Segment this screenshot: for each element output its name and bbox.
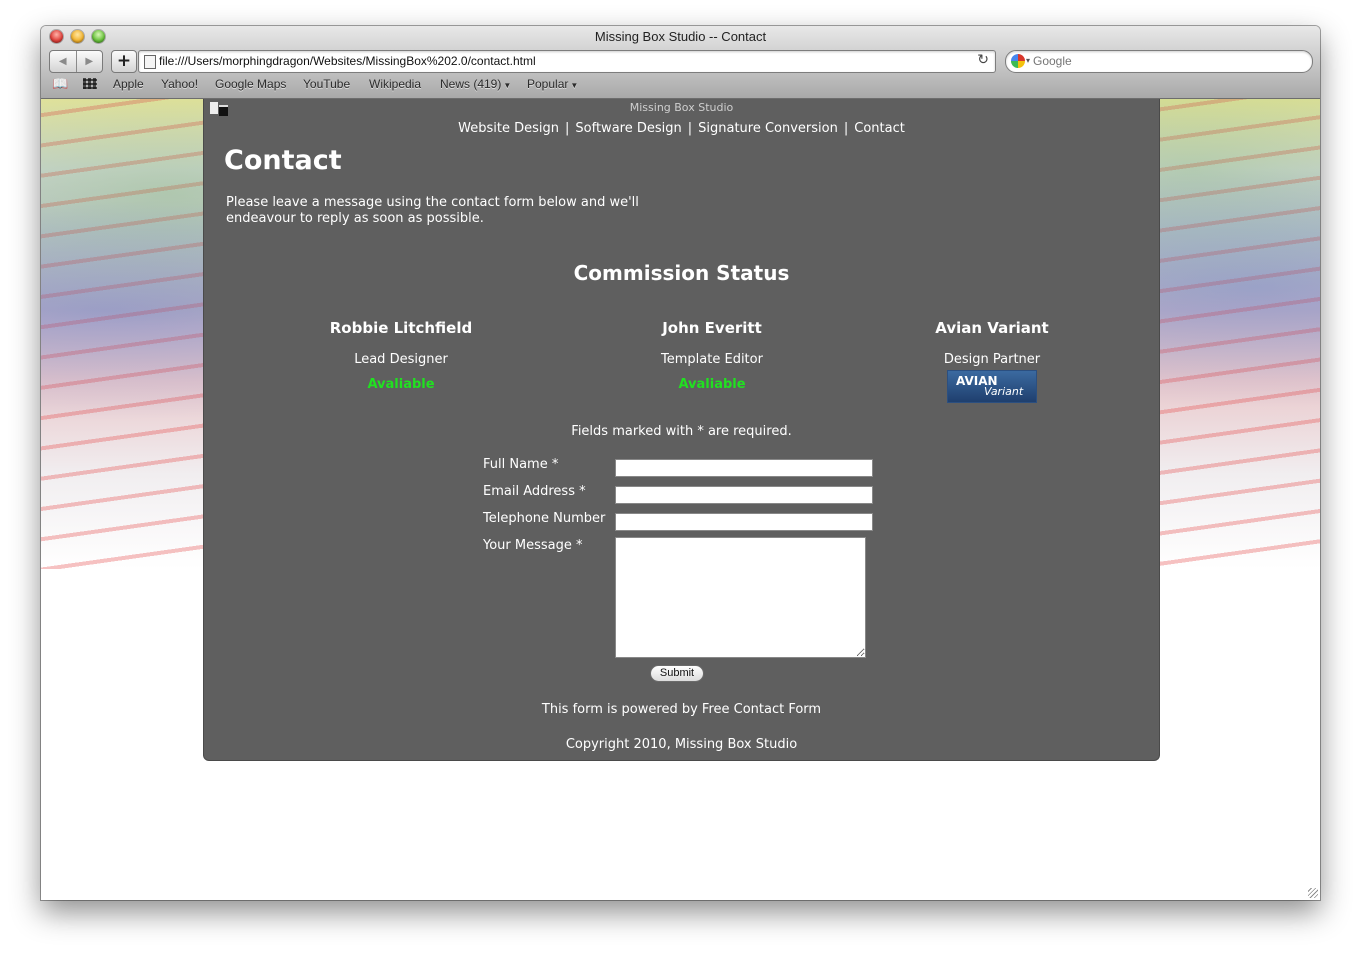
commission-status-title: Commission Status (573, 261, 790, 285)
history-nav: ◀ ▶ (49, 50, 103, 73)
nav-separator: | (843, 121, 849, 136)
chevron-down-icon: ▼ (570, 81, 579, 90)
site-title: Missing Box Studio (629, 101, 734, 114)
address-bar[interactable]: file:///Users/morphingdragon/Websites/Mi… (138, 50, 996, 73)
bookmark-popular-menu[interactable]: Popular ▼ (527, 77, 578, 91)
top-sites-grid-icon[interactable] (83, 78, 97, 89)
message-textarea[interactable] (615, 537, 866, 658)
telephone-label: Telephone Number (483, 511, 606, 526)
nav-software-design[interactable]: Software Design (575, 121, 681, 136)
nav-separator: | (565, 121, 570, 136)
reload-icon[interactable]: ↻ (977, 52, 989, 68)
member-name: Robbie Litchfield (329, 319, 473, 337)
page-icon (144, 55, 156, 69)
member-name: John Everitt (662, 319, 762, 337)
telephone-field[interactable] (615, 513, 873, 531)
browser-window: Missing Box Studio -- Contact ◀ ▶ + file… (41, 26, 1320, 900)
message-label: Your Message * (483, 538, 583, 553)
copyright-text: Copyright 2010, Missing Box Studio (565, 737, 798, 752)
member-role: Design Partner (943, 352, 1041, 367)
bookmarks-book-icon[interactable]: 📖 (52, 76, 68, 92)
member-card: John Everitt Template Editor Avaliable (592, 319, 832, 392)
full-name-label: Full Name * (483, 457, 559, 472)
bookmark-popular-label: Popular (527, 77, 569, 91)
member-role: Template Editor (661, 352, 763, 367)
member-card: Avian Variant Design Partner AVIAN Varia… (872, 319, 1112, 403)
page-title: Contact (224, 145, 342, 176)
page-viewport: Missing Box Studio Website Design | Softwa… (41, 99, 1320, 900)
member-card: Robbie Litchfield Lead Designer Avaliabl… (281, 319, 521, 392)
site-navigation: Website Design | Software Design | Signature… (204, 121, 1159, 136)
bookmark-news-menu[interactable]: News (419) ▼ (440, 77, 511, 91)
bookmark-news-label: News (419) (440, 77, 502, 91)
back-button[interactable]: ◀ (50, 51, 77, 72)
nav-signature-conversion[interactable]: Signature Conversion (698, 121, 838, 136)
bookmark-wikipedia[interactable]: Wikipedia (369, 77, 421, 91)
forward-button[interactable]: ▶ (77, 51, 103, 72)
intro-text: Please leave a message using the contact… (226, 195, 639, 226)
required-fields-note: Fields marked with * are required. (571, 424, 792, 439)
bookmark-google-maps[interactable]: Google Maps (215, 77, 286, 91)
nav-contact[interactable]: Contact (854, 121, 905, 136)
free-contact-form-link[interactable]: Free Contact Form (702, 702, 821, 717)
google-icon[interactable] (1011, 54, 1025, 68)
member-name: Avian Variant (935, 319, 1049, 337)
bookmarks-bar: 📖 Apple Yahoo! Google Maps YouTube Wikip… (41, 74, 1320, 96)
member-role: Lead Designer (354, 352, 448, 367)
email-label: Email Address * (483, 484, 586, 499)
search-input[interactable] (1033, 53, 1293, 68)
avian-variant-logo[interactable]: AVIAN Variant (947, 370, 1037, 403)
window-title: Missing Box Studio -- Contact (594, 29, 767, 44)
member-status: Avaliable (367, 377, 435, 392)
logo-text: Variant (984, 385, 1024, 398)
chevron-down-icon: ▾ (1026, 56, 1031, 65)
email-field[interactable] (615, 486, 873, 504)
nav-website-design[interactable]: Website Design (458, 121, 559, 136)
chevron-down-icon: ▼ (503, 81, 512, 90)
member-status: Avaliable (678, 377, 746, 392)
bookmark-yahoo[interactable]: Yahoo! (161, 77, 198, 91)
resize-grip-icon[interactable] (1308, 888, 1318, 898)
powered-by-text: This form is powered by Free Contact For… (204, 702, 1159, 717)
bookmark-apple[interactable]: Apple (113, 77, 144, 91)
content-panel: Missing Box Studio Website Design | Softwa… (203, 99, 1160, 761)
submit-button[interactable]: Submit (650, 665, 704, 682)
title-bar: Missing Box Studio -- Contact ◀ ▶ + file… (41, 26, 1320, 99)
powered-prefix: This form is powered by (541, 702, 702, 717)
bookmark-youtube[interactable]: YouTube (303, 77, 350, 91)
search-field[interactable]: ▾ (1005, 50, 1313, 73)
address-text[interactable]: file:///Users/morphingdragon/Websites/Mi… (159, 54, 536, 68)
add-bookmark-button[interactable]: + (111, 50, 137, 73)
nav-separator: | (687, 121, 693, 136)
full-name-field[interactable] (615, 459, 873, 477)
